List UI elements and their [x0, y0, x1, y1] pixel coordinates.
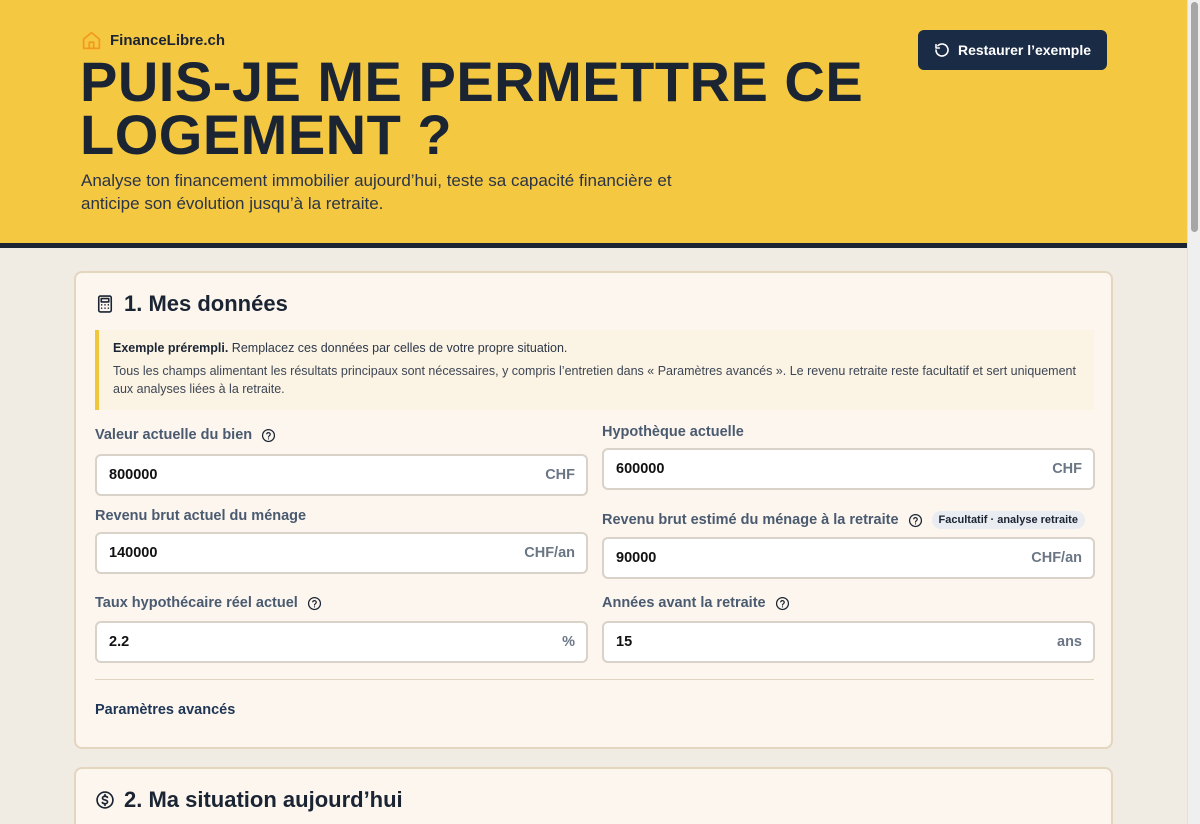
years-unit: ans — [1057, 634, 1082, 650]
mortgage-input[interactable]: 600000 CHF — [602, 448, 1095, 490]
section-mes-donnees: 1. Mes données Exemple prérempli. Rempla… — [74, 271, 1113, 749]
calculator-icon — [97, 295, 113, 313]
mortgage-label-text: Hypothèque actuelle — [602, 424, 744, 440]
years-input[interactable]: 15 ans — [602, 621, 1095, 663]
help-icon[interactable] — [908, 513, 923, 528]
mortgage-value[interactable]: 600000 — [616, 461, 664, 477]
property-value-input[interactable]: 800000 CHF — [95, 454, 588, 496]
years-value[interactable]: 15 — [616, 634, 632, 650]
restore-button-label: Restaurer l’exemple — [957, 42, 1092, 58]
brand[interactable]: FinanceLibre.ch — [81, 30, 225, 51]
help-icon[interactable] — [307, 596, 322, 611]
dollar-circle-icon — [96, 791, 114, 809]
rate-value[interactable]: 2.2 — [109, 634, 129, 650]
notice-bold: Exemple prérempli. — [113, 341, 229, 355]
mortgage-label: Hypothèque actuelle — [602, 424, 744, 440]
property-value-value[interactable]: 800000 — [109, 467, 157, 483]
rate-label: Taux hypothécaire réel actuel — [95, 595, 322, 611]
notice-detail: Tous les champs alimentant les résultats… — [113, 364, 1076, 396]
mortgage-unit: CHF — [1052, 461, 1082, 477]
property-value-label-text: Valeur actuelle du bien — [95, 427, 253, 443]
section-title: 2. Ma situation aujourd’hui — [95, 787, 403, 813]
page-title: PUIS-JE ME PERMETTRE CE LOGEMENT ? — [80, 50, 864, 166]
property-value-unit: CHF — [545, 467, 575, 483]
prefilled-notice: Exemple prérempli. Remplacez ces données… — [95, 330, 1094, 410]
page-header: FinanceLibre.ch PUIS-JE ME PERMETTRE CE … — [0, 0, 1187, 248]
advanced-settings-toggle[interactable]: Paramètres avancés — [95, 702, 235, 718]
optional-badge: Facultatif · analyse retraite — [931, 511, 1085, 529]
years-label: Années avant la retraite — [602, 595, 790, 611]
income-input[interactable]: 140000 CHF/an — [95, 532, 588, 574]
section-title-text: 2. Ma situation aujourd’hui — [124, 787, 403, 812]
income-label-text: Revenu brut actuel du ménage — [95, 508, 307, 524]
restore-example-button[interactable]: Restaurer l’exemple — [918, 30, 1107, 70]
rotate-ccw-icon — [935, 43, 949, 57]
section-title-text: 1. Mes données — [124, 291, 288, 316]
years-label-text: Années avant la retraite — [602, 595, 766, 611]
house-icon — [82, 31, 101, 50]
retirement-income-unit: CHF/an — [1031, 550, 1082, 566]
property-value-label: Valeur actuelle du bien — [95, 427, 276, 443]
retirement-income-value[interactable]: 90000 — [616, 550, 656, 566]
rate-label-text: Taux hypothécaire réel actuel — [95, 595, 298, 611]
page-scrollbar[interactable] — [1187, 0, 1200, 824]
section-ma-situation: 2. Ma situation aujourd’hui — [74, 767, 1113, 824]
retirement-income-label-text: Revenu brut estimé du ménage à la retrai… — [602, 512, 899, 528]
notice-text: Remplacez ces données par celles de votr… — [228, 341, 568, 355]
section-title: 1. Mes données — [95, 291, 288, 317]
income-unit: CHF/an — [524, 545, 575, 561]
retirement-income-label: Revenu brut estimé du ménage à la retrai… — [602, 511, 1085, 529]
rate-unit: % — [562, 634, 575, 650]
help-icon[interactable] — [261, 428, 276, 443]
notice-intro: Exemple prérempli. Remplacez ces données… — [113, 341, 1080, 355]
scrollbar-thumb[interactable] — [1191, 2, 1198, 232]
brand-name: FinanceLibre.ch — [110, 32, 226, 49]
income-value[interactable]: 140000 — [109, 545, 157, 561]
retirement-income-input[interactable]: 90000 CHF/an — [602, 537, 1095, 579]
help-icon[interactable] — [775, 596, 790, 611]
page-subtitle: Analyse ton financement immobilier aujou… — [81, 171, 672, 213]
rate-input[interactable]: 2.2 % — [95, 621, 588, 663]
income-label: Revenu brut actuel du ménage — [95, 508, 306, 524]
divider — [95, 679, 1094, 680]
